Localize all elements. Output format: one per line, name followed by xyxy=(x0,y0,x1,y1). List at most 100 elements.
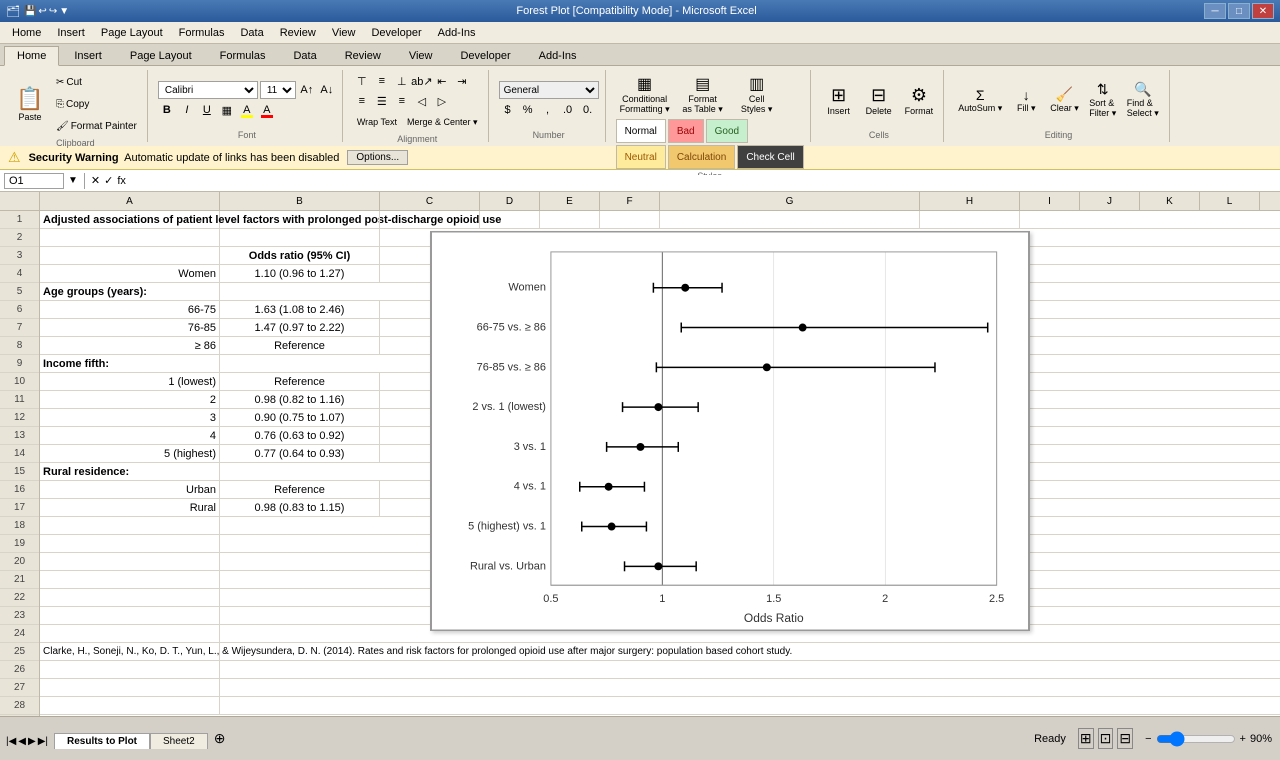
cell-A3[interactable] xyxy=(40,247,220,265)
cell-B6[interactable]: 1.63 (1.08 to 2.46) xyxy=(220,301,380,319)
row-num-7[interactable]: 7 xyxy=(0,319,39,337)
cancel-formula-icon[interactable]: ✕ xyxy=(91,174,100,187)
tab-formulas[interactable]: Formulas xyxy=(207,46,279,65)
menu-data[interactable]: Data xyxy=(232,25,271,41)
cell-F1[interactable] xyxy=(600,211,660,229)
cell-A21[interactable] xyxy=(40,571,220,589)
cell-B4[interactable]: 1.10 (0.96 to 1.27) xyxy=(220,265,380,283)
row-num-15[interactable]: 15 xyxy=(0,463,39,481)
cell-A14[interactable]: 5 (highest) xyxy=(40,445,220,463)
menu-addins[interactable]: Add-Ins xyxy=(430,25,484,41)
cell-rest-28[interactable] xyxy=(220,697,1280,715)
find-select-button[interactable]: 🔍 Find &Select ▾ xyxy=(1123,79,1163,121)
cell-A22[interactable] xyxy=(40,589,220,607)
cell-styles-button[interactable]: ▥ CellStyles ▾ xyxy=(732,72,782,117)
style-calculation[interactable]: Calculation xyxy=(668,145,735,169)
restore-button[interactable]: □ xyxy=(1228,3,1250,19)
row-num-22[interactable]: 22 xyxy=(0,589,39,607)
col-header-G[interactable]: G xyxy=(660,192,920,210)
page-layout-view-button[interactable]: ⊡ xyxy=(1098,728,1114,749)
increase-font-button[interactable]: A↑ xyxy=(298,81,316,99)
cell-A13[interactable]: 4 xyxy=(40,427,220,445)
confirm-formula-icon[interactable]: ✓ xyxy=(104,174,113,187)
font-color-button[interactable]: A xyxy=(258,101,276,119)
cell-B8[interactable]: Reference xyxy=(220,337,380,355)
menu-developer[interactable]: Developer xyxy=(363,25,429,41)
cell-A25[interactable]: Clarke, H., Soneji, N., Ko, D. T., Yun, … xyxy=(40,643,220,661)
insert-button[interactable]: ⊞ Insert xyxy=(821,83,857,118)
italic-button[interactable]: I xyxy=(178,101,196,119)
cell-B1[interactable] xyxy=(220,211,380,229)
cell-A28[interactable] xyxy=(40,697,220,715)
cell-A4[interactable]: Women xyxy=(40,265,220,283)
number-format-select[interactable]: General xyxy=(499,81,599,99)
col-header-C[interactable]: C xyxy=(380,192,480,210)
cut-button[interactable]: ✂ Cut xyxy=(52,72,141,92)
increase-decimal-button[interactable]: .0 xyxy=(559,101,577,119)
row-num-14[interactable]: 14 xyxy=(0,445,39,463)
conditional-formatting-button[interactable]: ▦ ConditionalFormatting ▾ xyxy=(616,72,674,117)
quick-access-toolbar[interactable]: 💾 ↩ ↪ ▼ xyxy=(24,6,69,17)
row-num-19[interactable]: 19 xyxy=(0,535,39,553)
row-num-25[interactable]: 25 xyxy=(0,643,39,661)
cell-A8[interactable]: ≥ 86 xyxy=(40,337,220,355)
col-header-E[interactable]: E xyxy=(540,192,600,210)
align-top-button[interactable]: ⊤ xyxy=(353,72,371,90)
cell-reference-input[interactable] xyxy=(4,173,64,189)
cell-A26[interactable] xyxy=(40,661,220,679)
decrease-decimal-button[interactable]: 0. xyxy=(579,101,597,119)
zoom-out-button[interactable]: − xyxy=(1145,733,1151,745)
menu-home[interactable]: Home xyxy=(4,25,49,41)
row-num-13[interactable]: 13 xyxy=(0,427,39,445)
row-num-24[interactable]: 24 xyxy=(0,625,39,643)
next-sheet-button[interactable]: ▶ xyxy=(28,736,36,747)
sheet-tab-sheet2[interactable]: Sheet2 xyxy=(150,733,208,749)
cell-D1[interactable] xyxy=(480,211,540,229)
cell-B11[interactable]: 0.98 (0.82 to 1.16) xyxy=(220,391,380,409)
tab-review[interactable]: Review xyxy=(332,46,394,65)
style-bad[interactable]: Bad xyxy=(668,119,704,143)
align-middle-button[interactable]: ≡ xyxy=(373,72,391,90)
col-header-B[interactable]: B xyxy=(220,192,380,210)
cell-A16[interactable]: Urban xyxy=(40,481,220,499)
cell-E1[interactable] xyxy=(540,211,600,229)
fill-color-button[interactable]: A xyxy=(238,101,256,119)
row-num-1[interactable]: 1 xyxy=(0,211,39,229)
increase-indent-button[interactable]: ▷ xyxy=(433,92,451,110)
style-neutral[interactable]: Neutral xyxy=(616,145,666,169)
col-header-F[interactable]: F xyxy=(600,192,660,210)
cell-B14[interactable]: 0.77 (0.64 to 0.93) xyxy=(220,445,380,463)
tab-view[interactable]: View xyxy=(396,46,446,65)
sheet-tab-results[interactable]: Results to Plot xyxy=(54,733,150,749)
cell-rest-27[interactable] xyxy=(220,679,1280,697)
bold-button[interactable]: B xyxy=(158,101,176,119)
row-num-10[interactable]: 10 xyxy=(0,373,39,391)
row-num-5[interactable]: 5 xyxy=(0,283,39,301)
col-header-H[interactable]: H xyxy=(920,192,1020,210)
tab-developer[interactable]: Developer xyxy=(447,46,523,65)
chart-area[interactable]: Women 66-75 vs. ≥ 86 xyxy=(430,231,1030,631)
cell-B13[interactable]: 0.76 (0.63 to 0.92) xyxy=(220,427,380,445)
row-num-16[interactable]: 16 xyxy=(0,481,39,499)
cell-B3[interactable]: Odds ratio (95% CI) xyxy=(220,247,380,265)
indent-decrease-button[interactable]: ⇤ xyxy=(433,72,451,90)
percent-style-button[interactable]: , xyxy=(539,101,557,119)
cell-A17[interactable]: Rural xyxy=(40,499,220,517)
col-header-K[interactable]: K xyxy=(1140,192,1200,210)
cell-A27[interactable] xyxy=(40,679,220,697)
close-button[interactable]: ✕ xyxy=(1252,3,1274,19)
cell-B16[interactable]: Reference xyxy=(220,481,380,499)
menu-formulas[interactable]: Formulas xyxy=(171,25,233,41)
col-header-L[interactable]: L xyxy=(1200,192,1260,210)
cell-rest-25[interactable] xyxy=(220,643,1280,661)
cell-A9[interactable]: Income fifth: xyxy=(40,355,220,373)
last-sheet-button[interactable]: ▶| xyxy=(38,736,48,747)
cell-A12[interactable]: 3 xyxy=(40,409,220,427)
row-num-21[interactable]: 21 xyxy=(0,571,39,589)
copy-button[interactable]: ⎘ Copy xyxy=(52,94,141,114)
formula-expand-icon[interactable]: ▼ xyxy=(68,175,78,186)
clear-button[interactable]: 🧹 Clear ▾ xyxy=(1046,84,1083,116)
style-normal[interactable]: Normal xyxy=(616,119,666,143)
decrease-font-button[interactable]: A↓ xyxy=(318,81,336,99)
page-break-view-button[interactable]: ⊟ xyxy=(1117,728,1133,749)
